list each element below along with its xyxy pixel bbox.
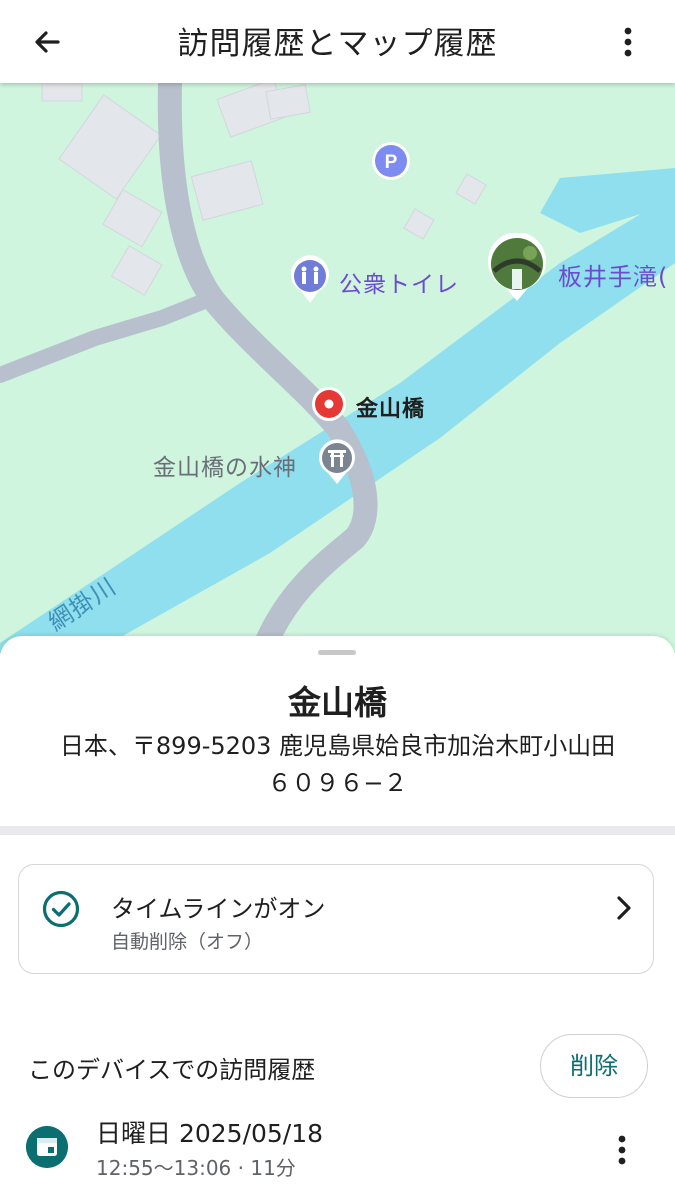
- timeline-card[interactable]: タイムラインがオン 自動削除（オフ）: [18, 864, 654, 974]
- building: [58, 94, 162, 200]
- app-bar: 訪問履歴とマップ履歴: [0, 0, 675, 83]
- toilet-label[interactable]: 公衆トイレ: [339, 265, 459, 299]
- more-vert-icon[interactable]: [610, 22, 646, 62]
- visit-history-heading: このデバイスでの訪問履歴: [28, 1056, 316, 1084]
- building: [110, 245, 163, 296]
- place-address: 日本、〒899-5203 鹿児島県姶良市加治木町小山田 ６０９６−２: [20, 728, 655, 802]
- calendar-icon: [26, 1126, 68, 1168]
- shrine-label[interactable]: 金山橋の水神: [153, 448, 297, 482]
- address-line-1: 日本、〒899-5203 鹿児島県姶良市加治木町小山田: [59, 732, 616, 760]
- building: [102, 188, 163, 248]
- section-divider: [0, 826, 675, 835]
- selected-place-label[interactable]: 金山橋: [356, 391, 425, 423]
- waterfall-label[interactable]: 板井手滝(: [558, 257, 668, 292]
- building: [190, 160, 264, 221]
- parking-label: P: [385, 152, 398, 173]
- more-vert-icon[interactable]: [606, 1130, 638, 1170]
- place-name: 金山橋: [288, 683, 387, 722]
- drag-handle[interactable]: [318, 650, 356, 655]
- check-circle-icon: [42, 890, 80, 928]
- map-view[interactable]: P 公衆トイレ 板井手滝( 金山橋 金山橋の水神 網掛川: [0, 83, 675, 653]
- shrine-icon[interactable]: [317, 438, 357, 486]
- toilet-icon[interactable]: [289, 255, 331, 305]
- selected-place-pin-icon[interactable]: [310, 385, 348, 423]
- address-line-2: ６０９６−２: [267, 769, 408, 797]
- visit-time: 12:55〜13:06 · 11分: [96, 1156, 296, 1180]
- waterfall-photo-icon[interactable]: [486, 233, 548, 303]
- building: [403, 208, 435, 240]
- place-sheet: 金山橋 日本、〒899-5203 鹿児島県姶良市加治木町小山田 ６０９６−２ タ…: [0, 636, 675, 1200]
- timeline-status: タイムラインがオン: [111, 895, 326, 923]
- visit-date: 日曜日 2025/05/18: [96, 1119, 324, 1148]
- delete-button[interactable]: 削除: [540, 1034, 648, 1098]
- auto-delete-status: 自動削除（オフ）: [111, 931, 264, 953]
- road-branch: [0, 290, 220, 383]
- chevron-right-icon: [617, 896, 631, 920]
- parking-icon[interactable]: P: [370, 140, 412, 182]
- building: [455, 173, 487, 205]
- page-title: 訪問履歴とマップ履歴: [177, 26, 498, 62]
- building: [41, 83, 83, 102]
